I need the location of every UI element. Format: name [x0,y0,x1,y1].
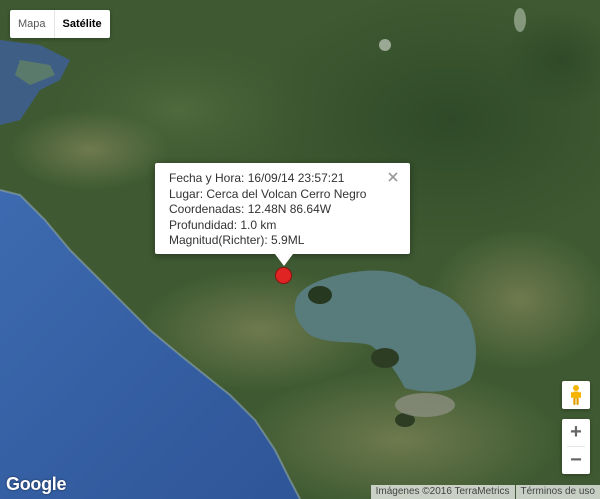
terms-of-use-link[interactable]: Términos de uso [515,485,600,499]
close-icon[interactable] [386,170,400,184]
land-texture [10,110,170,190]
imagery-credit: Imágenes ©2016 TerraMetrics [370,485,515,499]
volcano [371,348,399,368]
info-location: Lugar: Cerca del Volcan Cerro Negro [169,186,367,201]
map-type-map-button[interactable]: Mapa [10,10,54,38]
map-type-satellite-button[interactable]: Satélite [55,10,110,38]
info-date-time: Fecha y Hora: 16/09/14 23:57:21 [169,171,345,185]
volcano [308,286,332,304]
pegman-button[interactable] [562,381,590,409]
info-coordinates: Coordenadas: 12.48N 86.64W [169,202,332,216]
cloud [379,39,391,51]
attribution-bar: Imágenes ©2016 TerraMetrics Términos de … [370,485,600,499]
info-depth: Profundidad: 1.0 km [169,217,277,232]
map-canvas[interactable]: Mapa Satélite Fecha y Hora: 16/09/14 23:… [0,0,600,499]
map-type-control: Mapa Satélite [10,10,110,38]
cloud [514,8,526,32]
info-window-pointer [275,254,293,266]
earthquake-marker[interactable] [275,267,292,284]
info-window: Fecha y Hora: 16/09/14 23:57:21 Lugar: C… [155,163,410,266]
city-area [395,393,455,417]
zoom-control: + − [562,419,590,474]
pegman-icon [571,385,581,405]
zoom-in-button[interactable]: + [562,419,590,446]
zoom-out-button[interactable]: − [562,447,590,474]
google-logo[interactable]: Google [6,474,67,495]
info-magnitude: Magnitud(Richter): 5.9ML [169,233,305,247]
